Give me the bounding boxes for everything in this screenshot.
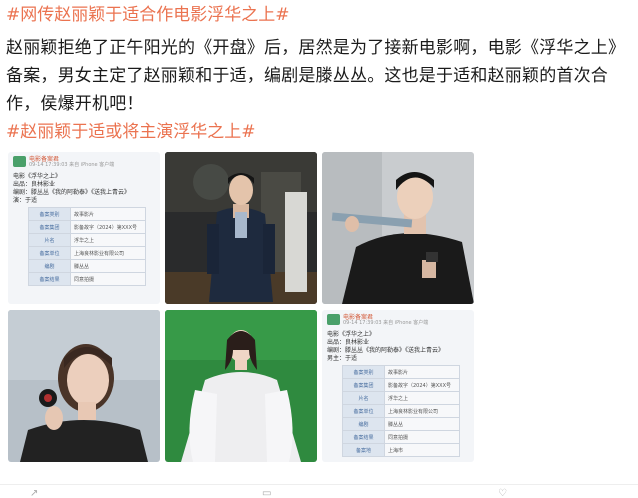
action-bar: ↗ ▭ ♡ — [0, 484, 638, 498]
comment-button[interactable]: ▭ — [262, 488, 271, 498]
table-value: 故事影片 — [384, 365, 460, 379]
table-value: 上海良林影业有限公司 — [70, 246, 146, 260]
table-key: 片名 — [28, 233, 71, 247]
photo-illustration — [8, 310, 160, 462]
table-value: 滕丛丛 — [70, 259, 146, 273]
like-button[interactable]: ♡ — [498, 488, 507, 498]
table-value: 同意拍摄 — [70, 272, 146, 286]
image-filing-document-1[interactable]: 电影备案君 09-14 17:39:03 来自 iPhone 客户端 电影《浮华… — [8, 152, 160, 304]
table-value: 故事影片 — [70, 207, 146, 221]
hashtag-topic-top[interactable]: #网传赵丽颖于适合作电影浮华之上# — [6, 4, 290, 26]
photo-illustration — [322, 152, 474, 304]
table-key: 备案单位 — [342, 404, 385, 418]
account-avatar — [13, 156, 26, 167]
table-value: 影备故字（2024）第XXX号 — [70, 220, 146, 234]
table-key: 备案类别 — [28, 207, 71, 221]
table-value: 上海市 — [384, 443, 460, 457]
post-body-text: 赵丽颖拒绝了正午阳光的《开盘》后，居然是为了接新电影啊，电影《浮华之上》备案，男… — [6, 38, 626, 114]
image-actor-dark-coat[interactable] — [165, 152, 317, 304]
table-value: 滕丛丛 — [384, 417, 460, 431]
image-actress-white-costume[interactable] — [165, 310, 317, 462]
table-value: 浮华之上 — [384, 391, 460, 405]
table-key: 备案结果 — [342, 430, 385, 444]
table-key: 片名 — [342, 391, 385, 405]
image-filing-document-2[interactable]: 电影备案君 09-14 17:39:03 来自 iPhone 客户端 电影《浮华… — [322, 310, 474, 462]
photo-illustration — [165, 310, 317, 462]
photo-illustration — [165, 152, 317, 304]
table-value: 影备故字（2024）第XXX号 — [384, 378, 460, 392]
image-grid: 电影备案君 09-14 17:39:03 来自 iPhone 客户端 电影《浮华… — [8, 152, 478, 466]
doc-line: 男主：于适 — [327, 355, 358, 362]
image-actress-interview[interactable] — [8, 310, 160, 462]
table-key: 备案单位 — [28, 246, 71, 260]
table-key: 备案类别 — [342, 365, 385, 379]
table-key: 编剧 — [28, 259, 71, 273]
image-actor-leather-jacket[interactable] — [322, 152, 474, 304]
hashtag-topic-second[interactable]: #赵丽颖于适或将主演浮华之上# — [6, 121, 256, 143]
table-key: 备案结果 — [28, 272, 71, 286]
post-meta: 09-14 17:39:03 来自 iPhone 客户端 — [343, 320, 429, 326]
table-value: 同意拍摄 — [384, 430, 460, 444]
table-key: 备案集团 — [28, 220, 71, 234]
table-value: 浮华之上 — [70, 233, 146, 247]
forward-button[interactable]: ↗ — [30, 488, 38, 498]
doc-line: 演：于适 — [13, 197, 38, 204]
post-meta: 09-14 17:39:03 来自 iPhone 客户端 — [29, 162, 115, 168]
table-value: 上海良林影业有限公司 — [384, 404, 460, 418]
filing-table: 备案类别 故事影片 备案集团 影备故字（2024）第XXX号 片名 浮华之上 备案单位… — [28, 207, 146, 286]
table-key: 备案集团 — [342, 378, 385, 392]
table-key: 编剧 — [342, 417, 385, 431]
filing-table: 备案类别 故事影片 备案集团 影备故字（2024）第XXX号 片名 浮华之上 备案单位… — [342, 365, 460, 457]
table-key: 备案地 — [342, 443, 385, 457]
account-avatar — [327, 314, 340, 325]
